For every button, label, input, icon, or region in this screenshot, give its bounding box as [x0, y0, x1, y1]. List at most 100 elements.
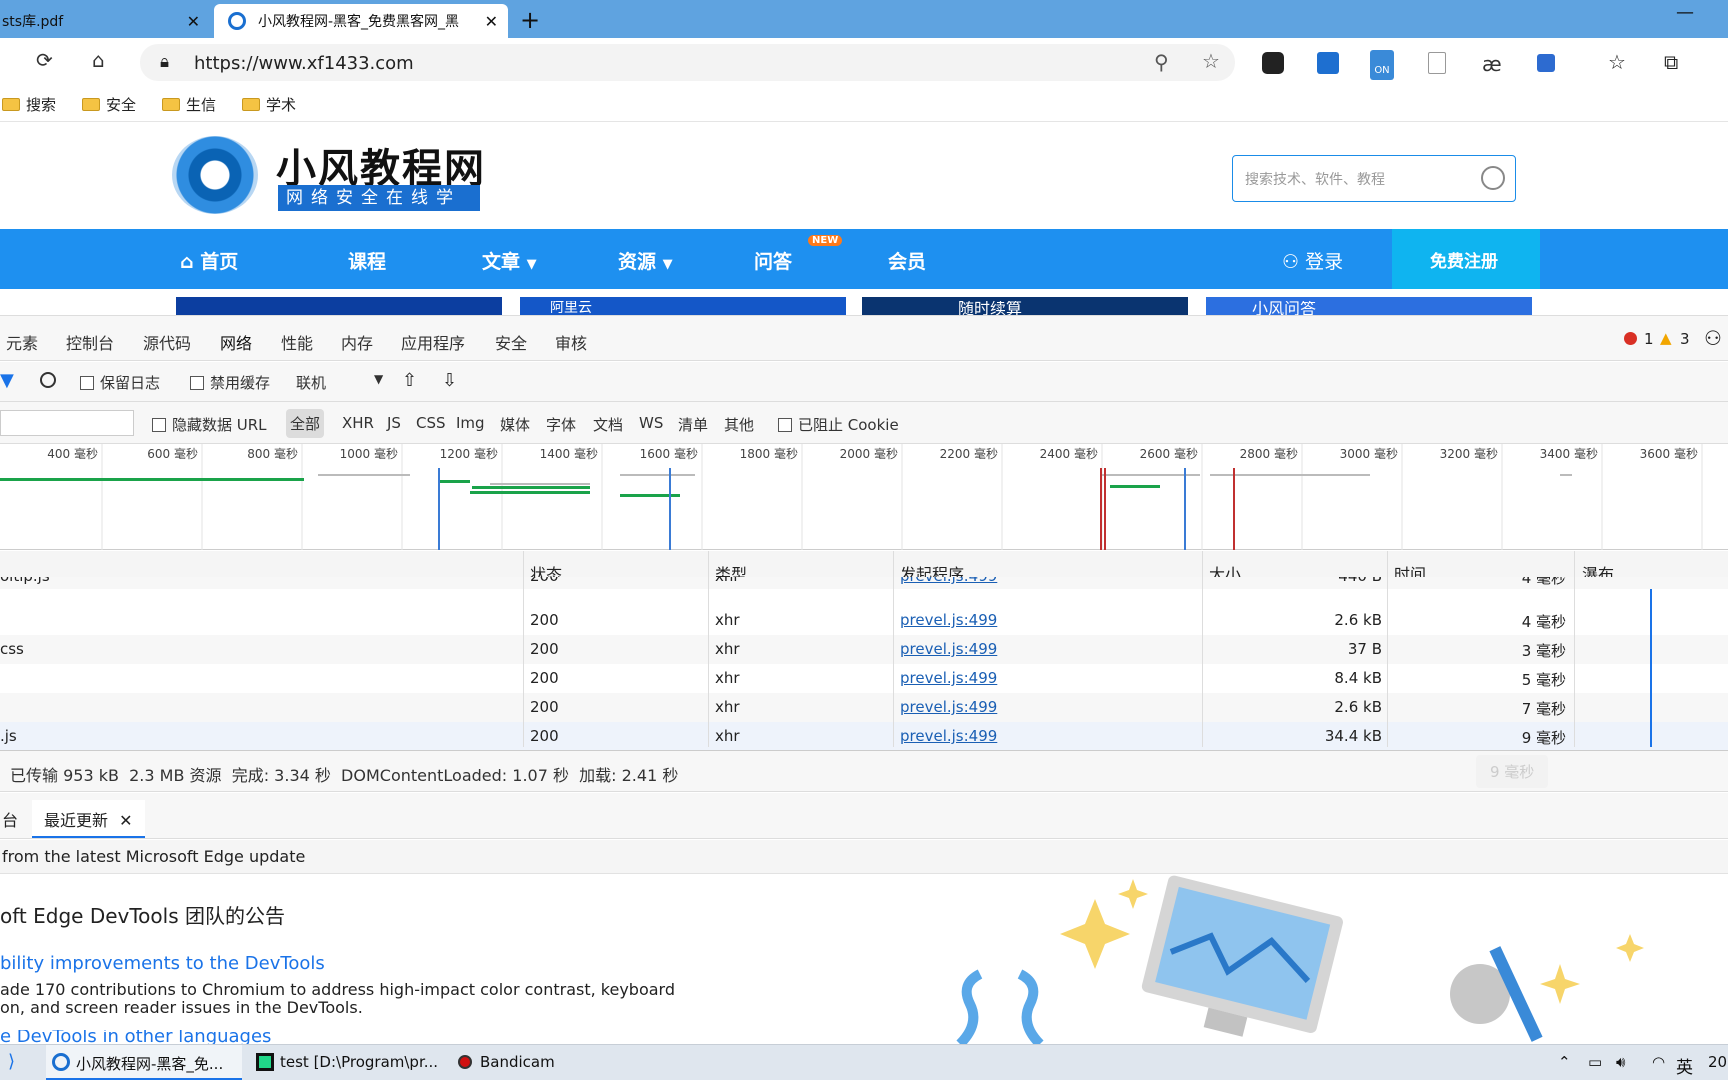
favorites-icon[interactable]: ☆ — [1608, 50, 1626, 74]
initiator-link[interactable]: prevel.js:499 — [900, 727, 997, 745]
wifi-icon[interactable]: ◠ — [1652, 1053, 1665, 1071]
extension-icon[interactable] — [1428, 52, 1446, 74]
search-icon[interactable] — [1481, 166, 1505, 190]
tab-console[interactable]: 控制台 — [66, 330, 114, 354]
close-icon[interactable]: ✕ — [187, 12, 200, 31]
filter-xhr[interactable]: XHR — [342, 414, 374, 432]
filter-doc[interactable]: 文档 — [593, 414, 623, 435]
home-icon[interactable]: ⌂ — [92, 48, 105, 72]
ime-indicator[interactable]: 英 — [1676, 1053, 1693, 1078]
tab-security[interactable]: 安全 — [495, 330, 527, 354]
star-icon[interactable]: ☆ — [1202, 49, 1220, 73]
table-row[interactable]: .js 200 xhr prevel.js:499 34.4 kB 9 毫秒 — [0, 722, 1728, 751]
vscode-icon[interactable]: ⟩ — [8, 1051, 15, 1072]
nav-membership[interactable]: 会员 — [888, 247, 926, 274]
filter-ws[interactable]: WS — [639, 414, 663, 432]
extension-icon[interactable]: ON — [1370, 50, 1394, 80]
warning-count[interactable]: 3 — [1680, 330, 1690, 348]
close-icon[interactable]: ✕ — [119, 811, 132, 830]
filter-input[interactable] — [0, 410, 134, 436]
initiator-link[interactable]: prevel.js:499 — [900, 611, 997, 629]
filter-js[interactable]: JS — [387, 414, 401, 432]
nav-qa[interactable]: 问答 — [754, 247, 792, 274]
warning-icon[interactable]: ▲ — [1660, 329, 1672, 347]
new-tab-icon[interactable]: + — [520, 6, 540, 34]
preserve-log-checkbox[interactable]: 保留日志 — [80, 372, 160, 393]
banner[interactable]: 小风问答 — [1206, 297, 1532, 315]
banner[interactable]: 随时续算 — [862, 297, 1188, 315]
tab-pdf[interactable]: sts库.pdf ✕ — [0, 4, 210, 38]
export-har-icon[interactable]: ⇩ — [442, 370, 457, 391]
tab-performance[interactable]: 性能 — [281, 330, 313, 354]
banner[interactable] — [176, 297, 502, 315]
nav-home[interactable]: ⌂ 首页 — [180, 247, 238, 274]
initiator-link[interactable]: prevel.js:499 — [900, 640, 997, 658]
bookmark-folder[interactable]: 搜索 — [2, 94, 56, 115]
taskbar-item-edge[interactable]: 小风教程网-黑客_免... — [46, 1045, 242, 1080]
extension-icon[interactable] — [1317, 52, 1339, 74]
site-search-input[interactable]: 搜索技术、软件、教程 — [1232, 155, 1516, 202]
bookmark-folder[interactable]: 学术 — [242, 94, 296, 115]
bookmark-folder[interactable]: 安全 — [82, 94, 136, 115]
extension-icon[interactable] — [1537, 54, 1555, 72]
filter-css[interactable]: CSS — [416, 414, 446, 432]
collections-icon[interactable]: ⧉ — [1664, 50, 1678, 74]
throttle-select[interactable]: 联机 ▼ — [296, 372, 383, 393]
blocked-cookies-checkbox[interactable]: 已阻止 Cookie — [778, 414, 899, 435]
extension-icon[interactable]: æ — [1482, 52, 1502, 76]
network-overview[interactable]: 400 毫秒 600 毫秒 800 毫秒 1000 毫秒 1200 毫秒 1400 毫秒 1… — [0, 444, 1728, 550]
import-har-icon[interactable]: ⇧ — [402, 370, 417, 391]
feedback-icon[interactable]: ⚇ — [1704, 326, 1722, 350]
bookmark-folder[interactable]: 生信 — [162, 94, 216, 115]
drawer-tab-console[interactable]: 台 — [2, 807, 18, 831]
nav-courses[interactable]: 课程 — [348, 247, 386, 274]
filter-manifest[interactable]: 清单 — [678, 414, 708, 435]
drawer-tab-whats-new[interactable]: 最近更新 ✕ — [32, 800, 145, 838]
tab-elements[interactable]: 元素 — [6, 330, 38, 354]
logo-eye-icon[interactable] — [172, 136, 258, 214]
close-icon[interactable]: ✕ — [485, 12, 498, 31]
error-icon[interactable] — [1624, 332, 1637, 345]
filter-media[interactable]: 媒体 — [500, 414, 530, 435]
chevron-up-icon[interactable]: ⌃ — [1558, 1053, 1571, 1071]
taskbar-item-bandicam[interactable]: Bandicam — [456, 1053, 555, 1071]
table-row[interactable]: 200 xhr prevel.js:499 8.4 kB 5 毫秒 — [0, 664, 1728, 693]
filter-font[interactable]: 字体 — [546, 414, 576, 435]
clock[interactable]: 20 — [1708, 1053, 1727, 1071]
filter-icon[interactable]: ▼ — [0, 370, 14, 391]
tab-audits[interactable]: 审核 — [555, 330, 587, 354]
table-row[interactable]: 200 xhr prevel.js:499 2.6 kB 7 毫秒 — [0, 693, 1728, 722]
error-count[interactable]: 1 — [1644, 330, 1654, 348]
nav-articles[interactable]: 文章 ▼ — [482, 247, 537, 274]
tab-sources[interactable]: 源代码 — [143, 330, 191, 354]
tab-active-site[interactable]: 小风教程网-黑客_免费黑客网_黑 ✕ — [214, 4, 508, 38]
nav-resources[interactable]: 资源 ▼ — [618, 247, 673, 274]
filter-img[interactable]: Img — [456, 414, 485, 432]
news-link[interactable]: bility improvements to the DevTools — [0, 953, 325, 974]
table-row[interactable]: oltip.js 200 xhr prevel.js:499 440 B 4 毫秒 — [0, 577, 1728, 589]
tab-memory[interactable]: 内存 — [341, 330, 373, 354]
news-link[interactable]: e DevTools in other languages — [0, 1030, 271, 1044]
minimize-icon[interactable]: — — [1676, 2, 1694, 23]
tab-application[interactable]: 应用程序 — [401, 330, 465, 354]
battery-icon[interactable]: ▭ — [1588, 1053, 1602, 1071]
refresh-icon[interactable]: ⟳ — [36, 48, 53, 72]
initiator-link[interactable]: prevel.js:499 — [900, 698, 997, 716]
table-row[interactable]: 200 xhr prevel.js:499 2.6 kB 4 毫秒 — [0, 606, 1728, 635]
hide-data-url-checkbox[interactable]: 隐藏数据 URL — [152, 414, 267, 435]
filter-other[interactable]: 其他 — [724, 414, 754, 435]
volume-icon[interactable]: 🔊︎ — [1616, 1053, 1625, 1071]
banner[interactable]: 阿里云 — [520, 297, 846, 315]
extension-icon[interactable] — [1262, 52, 1284, 74]
filter-all[interactable]: 全部 — [286, 409, 325, 438]
address-bar[interactable]: 🔒︎ https://www.xf1433.com ⚲ ☆ — [140, 44, 1235, 81]
table-row[interactable]: css 200 xhr prevel.js:499 37 B 3 毫秒 — [0, 635, 1728, 664]
zoom-icon[interactable]: ⚲ — [1154, 50, 1169, 74]
search-icon[interactable] — [40, 372, 56, 388]
tab-network[interactable]: 网络 — [220, 330, 253, 364]
initiator-link[interactable]: prevel.js:499 — [900, 577, 997, 585]
taskbar-item-pycharm[interactable]: test [D:\Program\pr... — [256, 1053, 438, 1071]
initiator-link[interactable]: prevel.js:499 — [900, 669, 997, 687]
register-button[interactable]: 免费注册 — [1392, 229, 1540, 289]
disable-cache-checkbox[interactable]: 禁用缓存 — [190, 372, 270, 393]
